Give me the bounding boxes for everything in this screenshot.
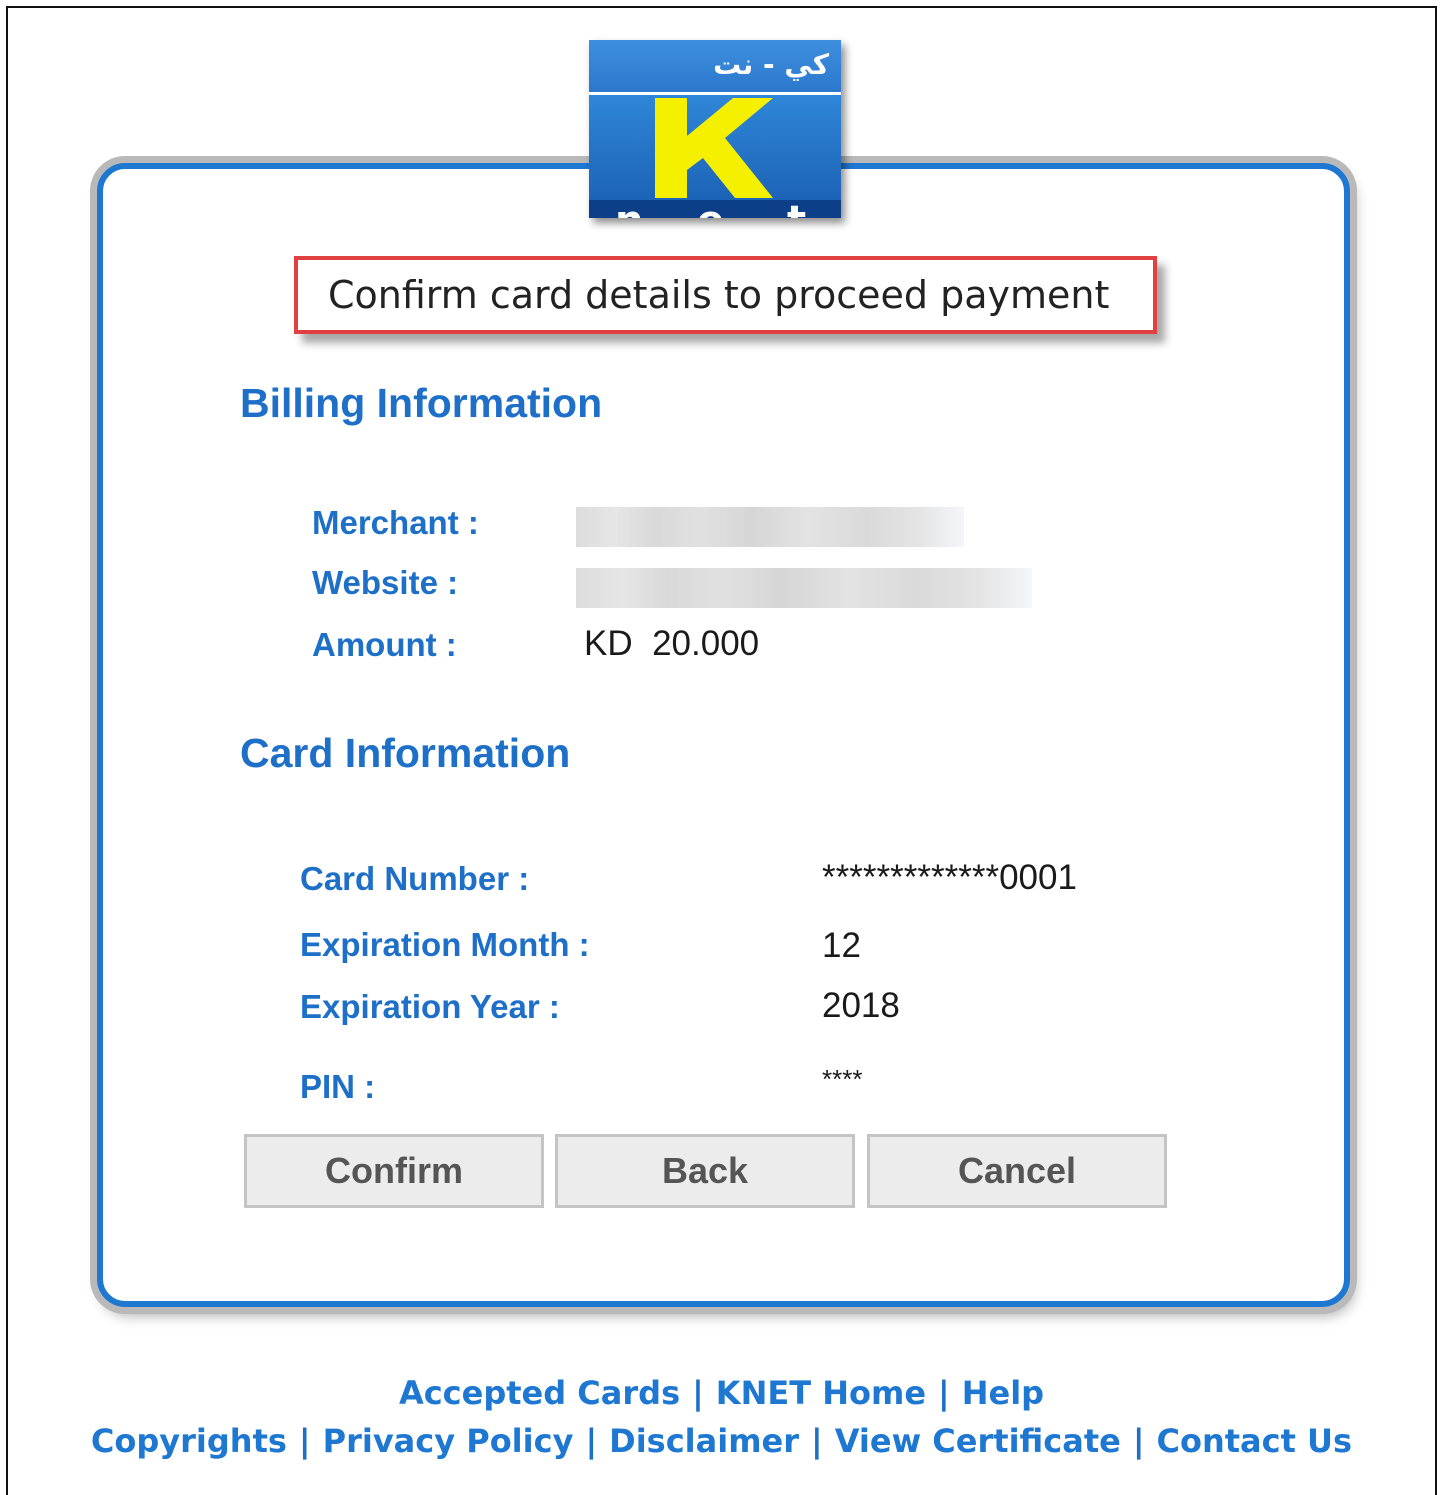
view-certificate-link[interactable]: View Certificate bbox=[835, 1422, 1121, 1460]
expiration-year-value: 2018 bbox=[822, 986, 900, 1025]
knet-logo: كي - نت n e t bbox=[589, 40, 841, 218]
card-number-value: *************0001 bbox=[822, 858, 1077, 897]
footer-links-row1: Accepted Cards | KNET Home | Help bbox=[398, 1374, 1045, 1412]
confirm-button[interactable]: Confirm bbox=[244, 1134, 544, 1208]
confirm-prompt: Confirm card details to proceed payment bbox=[294, 256, 1157, 334]
card-number-label: Card Number : bbox=[300, 860, 530, 897]
website-label: Website : bbox=[312, 564, 459, 601]
amount-label: Amount : bbox=[312, 626, 457, 663]
help-link[interactable]: Help bbox=[962, 1374, 1044, 1412]
back-button[interactable]: Back bbox=[555, 1134, 855, 1208]
pin-value: **** bbox=[822, 1064, 863, 1094]
disclaimer-link[interactable]: Disclaimer bbox=[609, 1422, 799, 1460]
contact-us-link[interactable]: Contact Us bbox=[1157, 1422, 1353, 1460]
card-heading: Card Information bbox=[240, 730, 571, 776]
billing-heading: Billing Information bbox=[240, 380, 603, 426]
logo-arabic-text: كي - نت bbox=[713, 48, 829, 81]
merchant-value-redacted bbox=[576, 507, 964, 547]
website-value-redacted bbox=[576, 568, 1032, 608]
expiration-month-value: 12 bbox=[822, 926, 861, 965]
merchant-label: Merchant : bbox=[312, 504, 479, 541]
expiration-year-label: Expiration Year : bbox=[300, 988, 560, 1025]
logo-net-text: n e t bbox=[589, 198, 841, 218]
footer-links-row2: Copyrights | Privacy Policy | Disclaimer | Vie… bbox=[90, 1422, 1353, 1460]
copyrights-link[interactable]: Copyrights bbox=[91, 1422, 287, 1460]
expiration-month-label: Expiration Month : bbox=[300, 926, 590, 963]
accepted-cards-link[interactable]: Accepted Cards bbox=[399, 1374, 680, 1412]
privacy-policy-link[interactable]: Privacy Policy bbox=[323, 1422, 574, 1460]
logo-k-letter bbox=[655, 98, 773, 198]
cancel-button[interactable]: Cancel bbox=[867, 1134, 1167, 1208]
knet-home-link[interactable]: KNET Home bbox=[716, 1374, 926, 1412]
amount-value: KD 20.000 bbox=[584, 624, 760, 663]
pin-label: PIN : bbox=[300, 1068, 376, 1105]
